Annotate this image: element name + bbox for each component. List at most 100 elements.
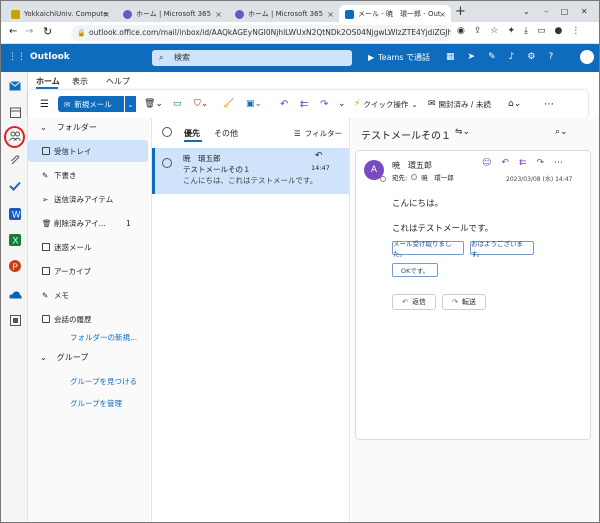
unread-count: 1 [126,218,131,228]
sweep-icon[interactable]: 🧹 [223,96,234,112]
word-icon[interactable]: W [8,208,22,220]
filter-button[interactable]: ☰ フィルター [294,128,342,139]
excel-icon[interactable]: X [8,234,22,246]
folder-junk[interactable]: 迷惑メール [28,236,148,258]
close-icon[interactable]: × [439,10,446,19]
reply-button[interactable]: ↶ 返信 [392,294,436,310]
ribbon-toolbar: ☰ ✉ 新規メール ⌄ 🗑⌄ ▭ ⛉⌄ 🧹 ▣⌄ ↶ ⇇ ↷ ⌄ ⚡ クイック操… [28,90,588,118]
delete-icon[interactable]: 🗑⌄ [144,96,163,112]
folder-drafts[interactable]: ✎ 下書き [28,164,148,186]
folder-deleted[interactable]: 🗑 削除済みアイ... 1 [28,212,148,234]
search-input[interactable]: ⌕ 検索 [152,50,352,66]
close-icon[interactable]: × [327,10,334,19]
reading-sender[interactable]: 暁 環五郎 [392,160,432,171]
find-groups-link[interactable]: グループを見つける [70,376,137,387]
browser-tab-1[interactable]: YokkaichiUniv. Compute × [5,5,115,23]
account-avatar[interactable] [580,50,594,64]
folders-header[interactable]: ⌄ フォルダー [40,122,97,133]
folder-conversation-history[interactable]: 会話の履歴 [28,308,148,330]
calendar-icon[interactable] [8,106,22,118]
new-folder-link[interactable]: フォルダーの新規... [70,332,137,343]
message-checkbox[interactable] [162,158,172,168]
thread-icon[interactable]: ⇋⌄ [455,127,470,137]
help-icon[interactable]: ? [548,52,553,62]
reply-all-icon[interactable]: ⇇ [300,96,308,112]
ribbon-tabs: ホーム 表示 ヘルプ [28,72,600,90]
tab-view[interactable]: 表示 [72,76,88,87]
close-icon[interactable]: × [215,10,222,19]
share-icon[interactable]: ⇪ [474,26,482,36]
todo-icon[interactable] [8,180,22,192]
browser-tab-3[interactable]: ホーム | Microsoft 365 × [229,5,339,23]
powerpoint-icon[interactable]: P [8,260,22,272]
folder-inbox[interactable]: 受信トレイ [28,140,148,162]
folder-notes[interactable]: ✎ メモ [28,284,148,306]
forward-mail-icon[interactable]: ↷ [320,96,328,112]
teams-call-button[interactable]: ▶ Teams で通話 [368,52,430,63]
folder-archive[interactable]: アーカイブ [28,260,148,282]
tab-help[interactable]: ヘルプ [106,76,130,87]
app-launcher-icon[interactable]: ⋮⋮ [8,52,26,62]
mail-icon[interactable] [8,80,22,92]
eye-icon[interactable]: ◉ [457,26,465,36]
minimize-icon[interactable]: – [544,7,548,16]
archive-icon[interactable]: ▭ [173,96,182,112]
forward-icon[interactable]: → [25,26,33,37]
more-apps-icon[interactable] [8,314,22,326]
url-field[interactable]: 🔒 outlook.office.com/mail/inbox/id/AAQkA… [71,25,451,41]
window-icon[interactable]: ▭ [537,26,546,36]
reply-icon[interactable]: ↶ [280,96,288,112]
folder-sent[interactable]: ➢ 送信済みアイテム [28,188,148,210]
more-actions-icon[interactable]: ⋯ [544,96,554,112]
browser-tab-4[interactable]: メール - 暁 環一郎 - Out × [339,5,451,23]
browser-tab-2[interactable]: ホーム | Microsoft 365 × [117,5,227,23]
reply-all-icon[interactable]: ⇇ [519,158,527,168]
app-name[interactable]: Outlook [30,52,70,62]
reply-icon[interactable]: ↶ [501,158,509,168]
more-reply-icon[interactable]: ⌄ [338,96,346,112]
chevron-down-icon[interactable]: ⌄ [523,7,530,16]
close-window-icon[interactable]: ✕ [581,7,588,16]
tab-other[interactable]: その他 [214,128,238,139]
body-line-1: こんにちは。 [392,199,444,209]
tab-focused[interactable]: 優先 [184,128,200,139]
extension-icon[interactable]: ✦ [507,26,515,36]
report-icon[interactable]: ⛉⌄ [194,96,208,112]
maximize-icon[interactable]: □ [561,7,569,16]
zoom-icon[interactable]: ⌕⌄ [555,127,568,137]
profile-icon[interactable]: ● [555,26,563,36]
quick-reply-1[interactable]: メール受け取りました。 [392,240,464,258]
emoji-icon[interactable]: ☺ [482,158,491,168]
star-icon[interactable]: ☆ [490,26,498,36]
hamburger-icon[interactable]: ☰ [40,96,49,112]
tag-icon[interactable]: ⌂⌄ [508,96,521,112]
notes-icon[interactable]: ✎ [488,52,496,62]
read-unread-button[interactable]: ✉ 開封済み / 未読 [428,96,491,112]
quick-reply-2[interactable]: おはようございます。 [470,240,534,258]
send-icon[interactable]: ➤ [468,52,476,62]
recipient-row: 宛先: 暁 環一郎 [392,174,454,182]
attach-icon[interactable] [8,154,22,166]
quick-steps-button[interactable]: ⚡ クイック操作 ⌄ [354,96,418,112]
reload-icon[interactable]: ↻ [43,25,52,38]
settings-icon[interactable]: ⚙ [527,52,535,62]
move-icon[interactable]: ▣⌄ [246,96,262,112]
groups-header[interactable]: ⌄ グループ [40,352,88,363]
select-all-checkbox[interactable] [162,127,172,137]
menu-icon[interactable]: ⋮ [571,26,580,36]
new-tab-button[interactable]: + [455,4,466,19]
back-icon[interactable]: ← [9,26,17,37]
new-mail-dropdown[interactable]: ⌄ [124,96,136,112]
onedrive-icon[interactable] [8,288,22,300]
quick-reply-3[interactable]: OKです。 [392,263,438,277]
list-item[interactable]: 暁 環五郎 テストメールその１ こんにちは、これはテストメールです。 ↶ 14:… [152,148,349,194]
forward-icon[interactable]: ↷ [536,158,544,168]
download-icon[interactable]: ⤓ [524,26,528,36]
more-icon[interactable]: ⋯ [554,158,563,168]
close-icon[interactable]: × [103,10,110,19]
bell-icon[interactable]: ♪ [509,52,515,62]
tab-home[interactable]: ホーム [36,76,60,87]
forward-button[interactable]: ↷ 転送 [442,294,486,310]
manage-groups-link[interactable]: グループを管理 [70,398,122,409]
my-day-icon[interactable]: ▦ [446,52,455,62]
